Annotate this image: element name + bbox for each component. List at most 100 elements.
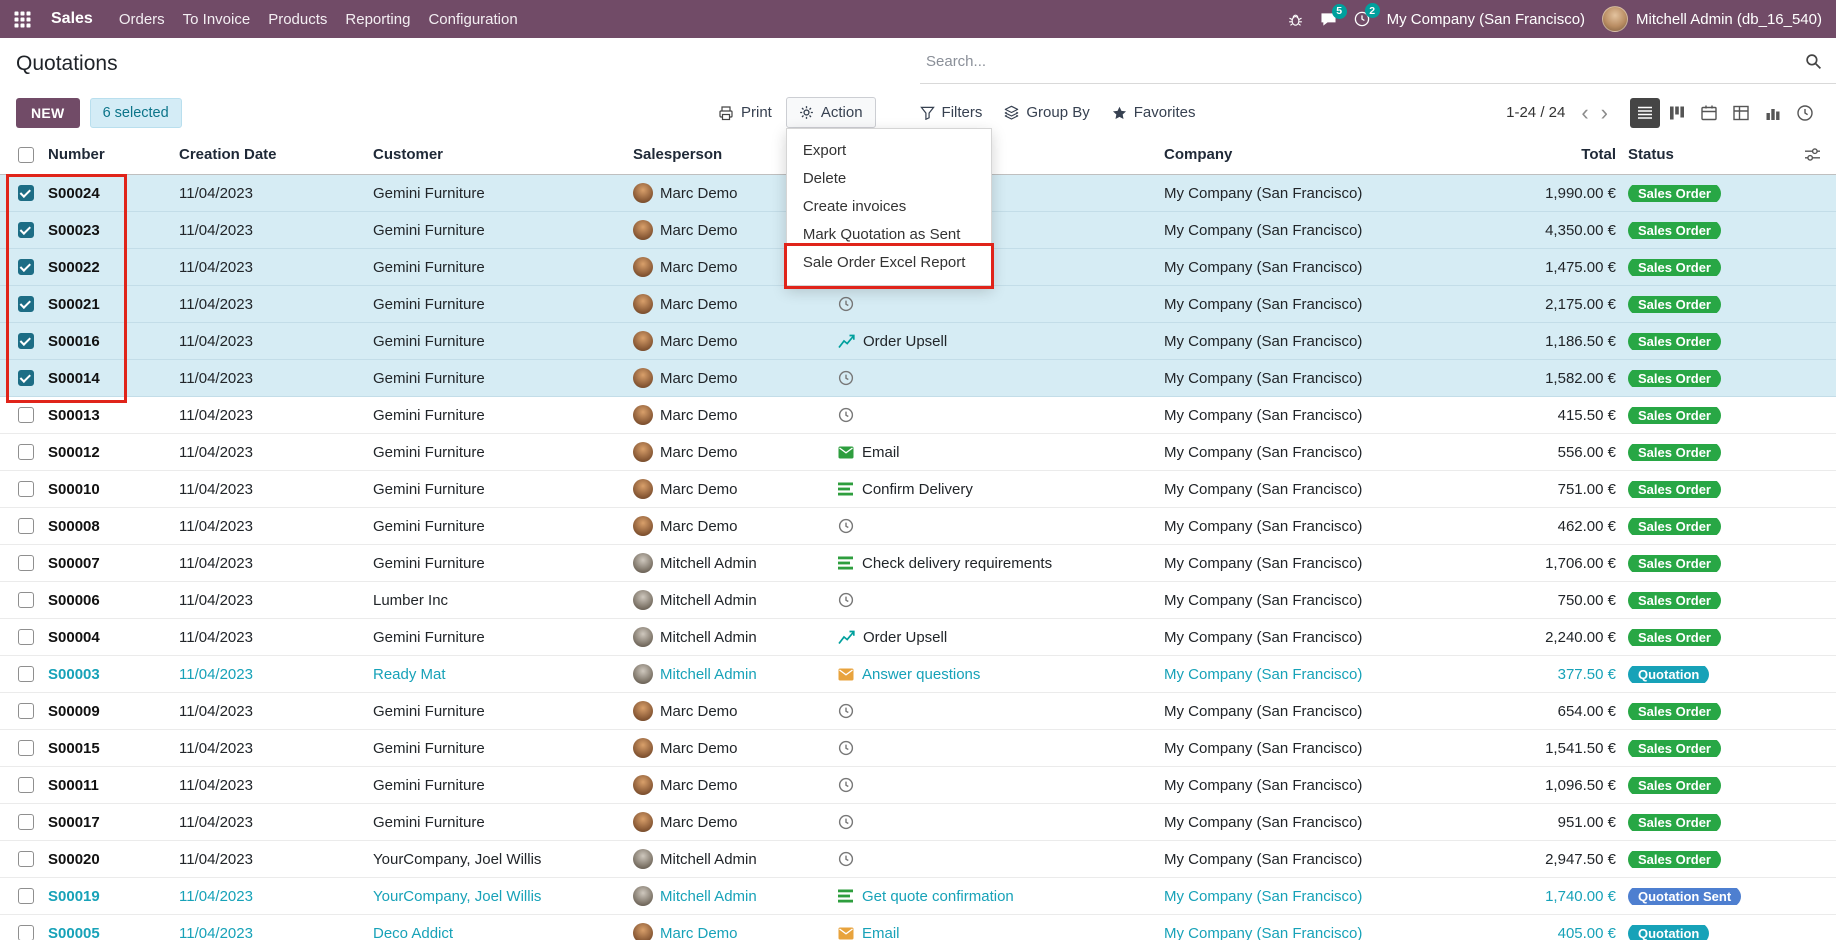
table-row[interactable]: S00017 11/04/2023 Gemini Furniture Marc … [0, 804, 1836, 841]
row-activity[interactable]: Get quote confirmation [834, 888, 1160, 905]
header-total[interactable]: Total [1450, 146, 1620, 163]
row-checkbox[interactable] [18, 222, 34, 238]
nav-menu-orders[interactable]: Orders [119, 11, 165, 28]
row-activity[interactable] [834, 518, 1160, 534]
row-checkbox[interactable] [18, 703, 34, 719]
action-button[interactable]: Action [786, 97, 876, 128]
view-pivot-icon[interactable] [1726, 98, 1756, 128]
table-row[interactable]: S00020 11/04/2023 YourCompany, Joel Will… [0, 841, 1836, 878]
header-company[interactable]: Company [1160, 146, 1450, 163]
row-checkbox[interactable] [18, 518, 34, 534]
nav-menu-reporting[interactable]: Reporting [345, 11, 410, 28]
table-row[interactable]: S00004 11/04/2023 Gemini Furniture Mitch… [0, 619, 1836, 656]
row-activity[interactable] [834, 777, 1160, 793]
header-status[interactable]: Status [1620, 146, 1785, 163]
header-creation-date[interactable]: Creation Date [175, 146, 369, 163]
row-checkbox[interactable] [18, 481, 34, 497]
selection-count-badge[interactable]: 6 selected [90, 98, 182, 128]
menu-item-delete[interactable]: Delete [787, 165, 991, 193]
row-activity[interactable] [834, 851, 1160, 867]
company-switcher[interactable]: My Company (San Francisco) [1387, 11, 1585, 28]
user-menu[interactable]: Mitchell Admin (db_16_540) [1602, 6, 1822, 32]
row-checkbox[interactable] [18, 296, 34, 312]
app-name[interactable]: Sales [51, 10, 93, 28]
row-activity[interactable] [834, 296, 1160, 312]
row-checkbox[interactable] [18, 185, 34, 201]
row-checkbox[interactable] [18, 888, 34, 904]
row-checkbox[interactable] [18, 740, 34, 756]
menu-item-sale-order-excel-report[interactable]: Sale Order Excel Report [787, 249, 991, 277]
pager-next-button[interactable]: › [1595, 102, 1614, 124]
row-activity[interactable] [834, 370, 1160, 386]
activities-icon[interactable]: 2 [1354, 11, 1370, 27]
row-activity[interactable]: Check delivery requirements [834, 555, 1160, 572]
table-row[interactable]: S00010 11/04/2023 Gemini Furniture Marc … [0, 471, 1836, 508]
header-customer[interactable]: Customer [369, 146, 629, 163]
row-activity[interactable] [834, 703, 1160, 719]
apps-grid-icon[interactable] [14, 11, 31, 28]
pager-previous-button[interactable]: ‹ [1575, 102, 1594, 124]
row-activity[interactable]: Email [834, 925, 1160, 940]
row-checkbox[interactable] [18, 851, 34, 867]
row-checkbox[interactable] [18, 629, 34, 645]
view-list-icon[interactable] [1630, 98, 1660, 128]
group-by-button[interactable]: Group By [1004, 104, 1089, 121]
row-checkbox[interactable] [18, 777, 34, 793]
row-checkbox[interactable] [18, 555, 34, 571]
table-row[interactable]: S00007 11/04/2023 Gemini Furniture Mitch… [0, 545, 1836, 582]
favorites-button[interactable]: Favorites [1112, 104, 1196, 121]
messages-icon[interactable]: 5 [1320, 12, 1337, 27]
table-row[interactable]: S00019 11/04/2023 YourCompany, Joel Will… [0, 878, 1836, 915]
row-checkbox[interactable] [18, 370, 34, 386]
table-row[interactable]: S00011 11/04/2023 Gemini Furniture Marc … [0, 767, 1836, 804]
row-activity[interactable] [834, 814, 1160, 830]
view-activity-icon[interactable] [1790, 98, 1820, 128]
bug-icon[interactable] [1288, 12, 1303, 27]
row-checkbox[interactable] [18, 592, 34, 608]
row-checkbox[interactable] [18, 333, 34, 349]
table-row[interactable]: S00014 11/04/2023 Gemini Furniture Marc … [0, 360, 1836, 397]
nav-menu-configuration[interactable]: Configuration [428, 11, 517, 28]
table-row[interactable]: S00016 11/04/2023 Gemini Furniture Marc … [0, 323, 1836, 360]
search-icon[interactable] [1805, 53, 1822, 70]
menu-item-create-invoices[interactable]: Create invoices [787, 193, 991, 221]
table-row[interactable]: S00006 11/04/2023 Lumber Inc Mitchell Ad… [0, 582, 1836, 619]
row-activity[interactable]: Order Upsell [834, 333, 1160, 350]
row-checkbox[interactable] [18, 814, 34, 830]
table-row[interactable]: S00003 11/04/2023 Ready Mat Mitchell Adm… [0, 656, 1836, 693]
toggle-columns-button[interactable] [1785, 147, 1836, 162]
filters-button[interactable]: Filters [920, 104, 983, 121]
table-row[interactable]: S00012 11/04/2023 Gemini Furniture Marc … [0, 434, 1836, 471]
row-activity[interactable]: Order Upsell [834, 629, 1160, 646]
row-checkbox[interactable] [18, 444, 34, 460]
table-row[interactable]: S00013 11/04/2023 Gemini Furniture Marc … [0, 397, 1836, 434]
menu-item-export[interactable]: Export [787, 137, 991, 165]
row-checkbox[interactable] [18, 407, 34, 423]
table-row[interactable]: S00015 11/04/2023 Gemini Furniture Marc … [0, 730, 1836, 767]
view-graph-icon[interactable] [1758, 98, 1788, 128]
row-activity[interactable]: Email [834, 444, 1160, 461]
row-activity[interactable] [834, 407, 1160, 423]
new-button[interactable]: NEW [16, 98, 80, 128]
row-activity[interactable]: Confirm Delivery [834, 481, 1160, 498]
search-input[interactable] [926, 53, 1805, 70]
salesperson-avatar [633, 553, 653, 573]
table-row[interactable]: S00005 11/04/2023 Deco Addict Marc Demo … [0, 915, 1836, 940]
nav-menu-to-invoice[interactable]: To Invoice [183, 11, 251, 28]
row-activity[interactable] [834, 740, 1160, 756]
row-checkbox[interactable] [18, 925, 34, 940]
row-checkbox[interactable] [18, 666, 34, 682]
nav-menu-products[interactable]: Products [268, 11, 327, 28]
header-number[interactable]: Number [44, 146, 175, 163]
table-row[interactable]: S00009 11/04/2023 Gemini Furniture Marc … [0, 693, 1836, 730]
table-row[interactable]: S00008 11/04/2023 Gemini Furniture Marc … [0, 508, 1836, 545]
row-checkbox[interactable] [18, 259, 34, 275]
view-kanban-icon[interactable] [1662, 98, 1692, 128]
menu-item-mark-quotation-as-sent[interactable]: Mark Quotation as Sent [787, 221, 991, 249]
select-all-checkbox[interactable] [18, 147, 34, 163]
row-activity[interactable]: Answer questions [834, 666, 1160, 683]
view-calendar-icon[interactable] [1694, 98, 1724, 128]
print-button[interactable]: Print [718, 104, 772, 121]
table-row[interactable]: S00021 11/04/2023 Gemini Furniture Marc … [0, 286, 1836, 323]
row-activity[interactable] [834, 592, 1160, 608]
